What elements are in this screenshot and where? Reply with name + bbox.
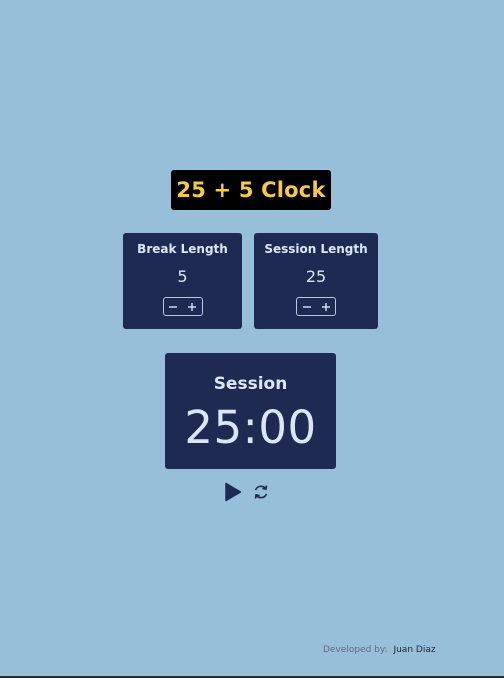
refresh-icon [254, 485, 268, 499]
session-decrement-button[interactable] [297, 298, 316, 315]
plus-icon [321, 302, 330, 311]
session-increment-button[interactable] [316, 298, 335, 315]
timer-panel: Session 25:00 [165, 353, 336, 469]
plus-icon [188, 302, 196, 311]
app-title: 25 + 5 Clock [171, 170, 331, 210]
minus-icon [169, 305, 177, 308]
timer-label: Session [213, 374, 288, 394]
session-length-panel: Session Length 25 [254, 233, 378, 329]
break-length-panel: Break Length 5 [123, 233, 242, 329]
break-length-value: 5 [177, 267, 188, 286]
session-length-label: Session Length [264, 242, 368, 256]
footer-label: Developed by: [323, 645, 388, 655]
play-icon [225, 482, 242, 502]
start-stop-button[interactable] [224, 482, 242, 502]
break-increment-button[interactable] [183, 298, 202, 315]
session-length-value: 25 [305, 267, 327, 286]
break-length-label: Break Length [137, 242, 228, 256]
timer-controls [224, 481, 269, 503]
developer-name-link[interactable]: Juan Diaz [393, 645, 435, 655]
minus-icon [302, 305, 311, 308]
break-decrement-button[interactable] [164, 298, 183, 315]
timer-display: 25:00 [184, 401, 317, 454]
break-length-stepper [162, 297, 203, 316]
footer: Developed by: Juan Diaz [323, 645, 436, 655]
session-length-stepper [296, 297, 336, 316]
reset-button[interactable] [253, 483, 269, 501]
